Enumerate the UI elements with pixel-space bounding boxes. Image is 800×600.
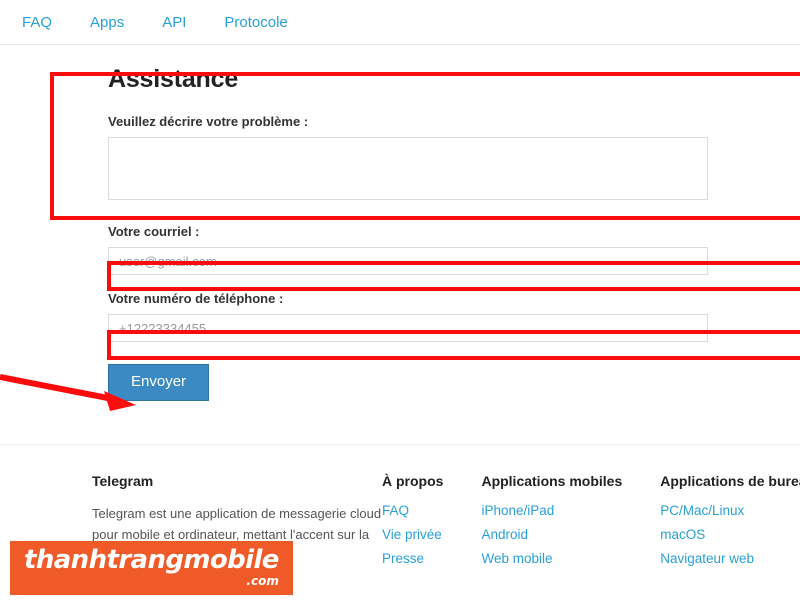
watermark-thanhtrangmobile: thanhtrangmobile .com [10, 541, 293, 595]
footer-link-web-mobile[interactable]: Web mobile [481, 551, 622, 566]
footer-link-vie-privee[interactable]: Vie privée [382, 527, 443, 542]
phone-input[interactable] [108, 314, 708, 342]
page-title: Assistance [108, 65, 239, 93]
watermark-main-text: thanhtrangmobile [24, 545, 279, 575]
problem-description-textarea[interactable] [108, 137, 708, 200]
footer-column-heading: Applications de bureau [660, 473, 800, 489]
watermark-suffix-text: .com [246, 574, 279, 588]
support-form-container: Assistance Veuillez décrire votre problè… [0, 45, 800, 401]
email-input[interactable] [108, 247, 708, 275]
footer-link-faq[interactable]: FAQ [382, 503, 443, 518]
footer-link-iphone-ipad[interactable]: iPhone/iPad [481, 503, 622, 518]
nav-item-apps[interactable]: Apps [90, 14, 124, 31]
footer-column-heading: Applications mobiles [481, 473, 623, 489]
footer-about-heading: Telegram [92, 473, 154, 489]
submit-button[interactable]: Envoyer [108, 364, 210, 401]
footer-column-heading: À propos [382, 473, 444, 489]
nav-item-faq[interactable]: FAQ [22, 14, 52, 31]
footer-link-list: iPhone/iPad Android Web mobile [481, 503, 622, 566]
phone-field-label: Votre numéro de téléphone : [108, 291, 284, 306]
footer-link-pc-mac-linux[interactable]: PC/Mac/Linux [660, 503, 800, 518]
footer-link-presse[interactable]: Presse [382, 551, 443, 566]
problem-field-label: Veuillez décrire votre problème : [108, 114, 309, 129]
footer-link-list: FAQ Vie privée Presse [382, 503, 443, 566]
footer-column-applications-mobiles: Applications mobiles iPhone/iPad Android… [481, 473, 622, 575]
nav-item-protocole[interactable]: Protocole [224, 14, 287, 31]
footer-link-list: PC/Mac/Linux macOS Navigateur web [660, 503, 800, 566]
email-field-label: Votre courriel : [108, 224, 200, 239]
footer-link-macos[interactable]: macOS [660, 527, 800, 542]
footer-link-android[interactable]: Android [481, 527, 622, 542]
top-navigation: FAQ Apps API Protocole [0, 0, 800, 45]
footer-link-navigateur-web[interactable]: Navigateur web [660, 551, 800, 566]
nav-item-api[interactable]: API [162, 14, 186, 31]
footer-column-applications-de-bureau: Applications de bureau PC/Mac/Linux macO… [660, 473, 800, 575]
footer-column-apropos: À propos FAQ Vie privée Presse [382, 473, 443, 575]
